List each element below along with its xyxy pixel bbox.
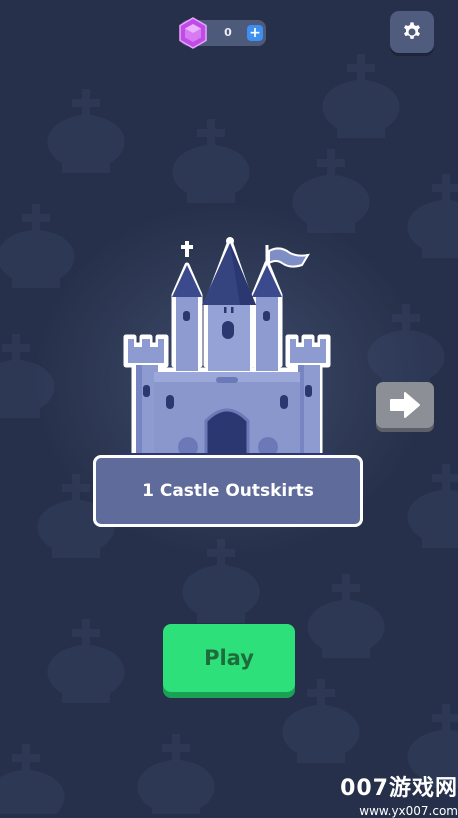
level-title: 1 Castle Outskirts <box>142 481 314 501</box>
king-piece-icon <box>307 574 385 658</box>
king-piece-icon <box>47 89 125 173</box>
king-piece-icon <box>0 744 65 814</box>
king-piece-icon <box>407 174 458 258</box>
king-piece-icon <box>137 734 215 814</box>
watermark: 007游戏网 www.yx007.com <box>330 770 458 818</box>
castle-illustration <box>118 237 336 461</box>
add-gems-button[interactable]: + <box>247 25 263 41</box>
watermark-brand: 007游戏网 <box>340 776 458 801</box>
watermark-url: www.yx007.com <box>359 804 458 818</box>
gear-icon <box>404 22 420 39</box>
gem-icon <box>179 17 207 49</box>
settings-button[interactable] <box>390 11 434 53</box>
gem-count: 0 <box>224 26 232 39</box>
gem-counter: 0 + <box>179 17 266 49</box>
next-level-button[interactable] <box>376 382 434 428</box>
king-piece-icon <box>47 619 125 703</box>
play-button[interactable]: Play <box>163 624 295 692</box>
king-piece-icon <box>407 464 458 548</box>
king-piece-icon <box>322 54 400 138</box>
king-piece-icon <box>172 119 250 203</box>
level-card[interactable]: 1 Castle Outskirts <box>93 455 363 527</box>
arrow-right-icon <box>390 392 420 418</box>
